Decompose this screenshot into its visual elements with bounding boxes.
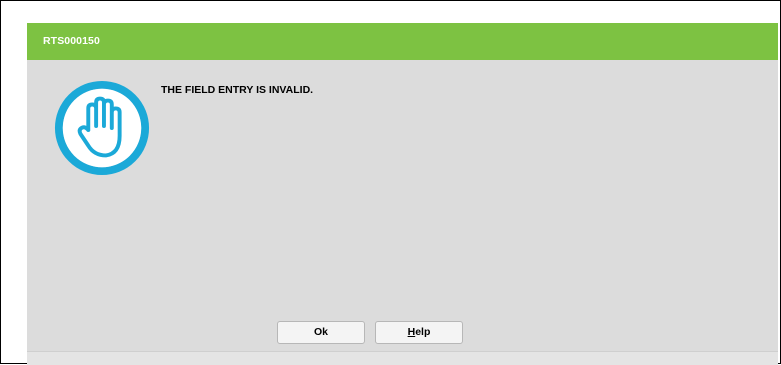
error-message: THE FIELD ENTRY IS INVALID.	[161, 84, 314, 96]
ok-button[interactable]: Ok	[277, 321, 365, 344]
dialog-bottom-strip	[27, 351, 778, 365]
dialog-titlebar[interactable]: RTS000150	[27, 23, 778, 60]
help-button-label: Help	[408, 326, 431, 338]
help-label-rest: elp	[415, 326, 431, 338]
ok-button-label: Ok	[313, 326, 328, 338]
stop-hand-icon	[54, 80, 150, 176]
window-frame: RTS000150 THE FIELD ENTRY IS INVALID. Ok…	[0, 0, 781, 365]
help-button[interactable]: Help	[375, 321, 463, 344]
dialog-title: RTS000150	[43, 35, 100, 47]
message-dialog: RTS000150 THE FIELD ENTRY IS INVALID. Ok…	[27, 23, 778, 365]
